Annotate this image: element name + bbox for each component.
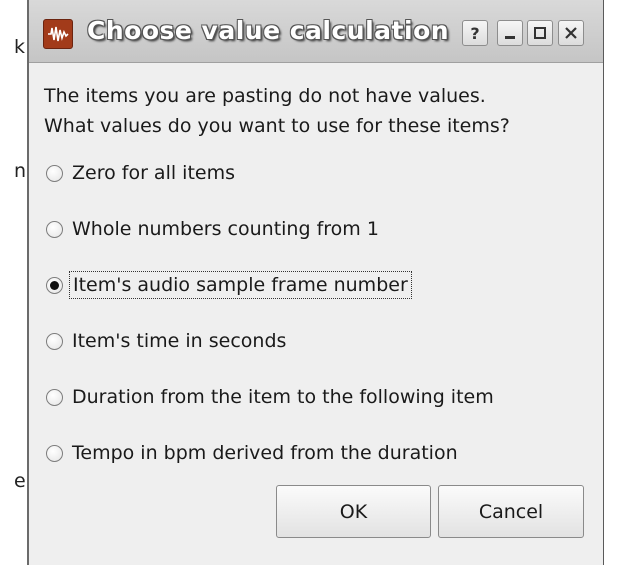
dialog-title: Choose value calculation <box>87 16 450 45</box>
background-window: k n e <box>0 0 26 565</box>
dialog-prompt: The items you are pasting do not have va… <box>44 81 594 141</box>
radio-button[interactable] <box>46 444 63 462</box>
maximize-icon <box>534 27 546 39</box>
radio-button[interactable] <box>46 220 63 238</box>
option-time-seconds[interactable]: Item's time in seconds <box>46 326 286 356</box>
option-label[interactable]: Item's time in seconds <box>72 330 286 352</box>
option-tempo[interactable]: Tempo in bpm derived from the duration <box>46 438 458 468</box>
option-sample-frame[interactable]: Item's audio sample frame number <box>46 270 412 300</box>
waveform-icon[interactable] <box>43 19 73 49</box>
choose-value-calculation-dialog: Choose value calculation ? The items you… <box>27 0 603 565</box>
ok-button[interactable]: OK <box>276 485 431 538</box>
option-label[interactable]: Duration from the item to the following … <box>72 386 494 408</box>
radio-button[interactable] <box>46 388 63 406</box>
option-label[interactable]: Tempo in bpm derived from the duration <box>72 442 458 464</box>
option-zero[interactable]: Zero for all items <box>46 158 235 188</box>
radio-button[interactable] <box>46 332 63 350</box>
radio-button-checked[interactable] <box>46 276 63 294</box>
titlebar[interactable]: Choose value calculation ? <box>29 0 603 63</box>
minimize-button[interactable] <box>497 20 523 46</box>
help-button[interactable]: ? <box>462 20 488 46</box>
background-text-fragment: e <box>14 470 26 492</box>
cancel-button[interactable]: Cancel <box>438 485 584 538</box>
prompt-line: What values do you want to use for these… <box>44 115 510 137</box>
option-duration[interactable]: Duration from the item to the following … <box>46 382 494 412</box>
close-icon <box>565 27 577 39</box>
close-button[interactable] <box>558 20 584 46</box>
radio-button[interactable] <box>46 164 63 182</box>
option-label[interactable]: Zero for all items <box>72 162 235 184</box>
minimize-icon <box>505 36 515 39</box>
maximize-button[interactable] <box>527 20 553 46</box>
option-label[interactable]: Whole numbers counting from 1 <box>72 218 379 240</box>
option-label[interactable]: Item's audio sample frame number <box>69 271 412 299</box>
background-text-fragment: k <box>14 36 26 58</box>
background-text-fragment: n <box>14 160 27 182</box>
prompt-line: The items you are pasting do not have va… <box>44 85 486 107</box>
option-whole-numbers[interactable]: Whole numbers counting from 1 <box>46 214 379 244</box>
